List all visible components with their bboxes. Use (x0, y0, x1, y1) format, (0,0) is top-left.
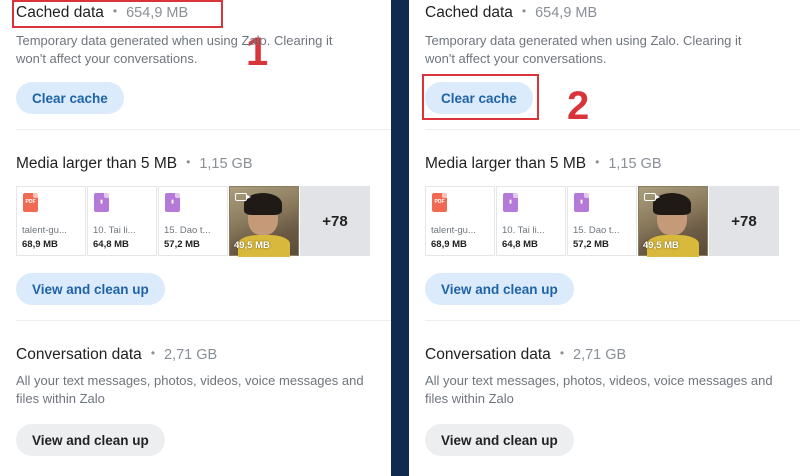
conversation-size: 2,71 GB (573, 347, 627, 363)
file-size: 57,2 MB (573, 239, 609, 250)
media-thumbnails: PDF talent-gu... 68,9 MB ▮ 10. Tai li...… (16, 186, 370, 257)
more-files-tile[interactable]: +78 (300, 186, 370, 256)
conversation-view-and-clean-up-button[interactable]: View and clean up (16, 424, 165, 456)
document-file-icon: ▮ (503, 193, 518, 212)
media-view-and-clean-up-button[interactable]: View and clean up (425, 273, 574, 305)
conversation-title: Conversation data (16, 346, 142, 363)
file-thumbnail[interactable]: PDF talent-gu... 68,9 MB (425, 186, 495, 256)
pdf-file-icon: PDF (432, 193, 447, 212)
conversation-header: Conversation data • 2,71 GB (16, 346, 217, 364)
more-files-tile[interactable]: +78 (709, 186, 779, 256)
file-thumbnail[interactable]: ▮ 15. Dao t... 57,2 MB (158, 186, 228, 256)
video-camera-icon (235, 193, 251, 201)
document-file-icon: ▮ (94, 193, 109, 212)
cached-data-size: 654,9 MB (535, 5, 598, 21)
cached-data-description: Temporary data generated when using Zalo… (16, 33, 333, 66)
video-thumbnail[interactable]: 49,5 MB (229, 186, 299, 257)
step-number-label: 2 (567, 84, 590, 128)
file-name: 15. Dao t... (573, 225, 620, 236)
separator-dot: • (186, 155, 191, 169)
cached-data-description: Temporary data generated when using Zalo… (425, 33, 742, 66)
conversation-title: Conversation data (425, 346, 551, 363)
media-title: Media larger than 5 MB (16, 155, 178, 172)
cached-data-size: 654,9 MB (126, 5, 189, 21)
file-size: 57,2 MB (164, 239, 200, 250)
separator-dot: • (112, 4, 118, 18)
video-size: 49,5 MB (234, 240, 270, 251)
section-divider (425, 129, 800, 130)
conversation-size: 2,71 GB (164, 347, 218, 363)
media-thumbnails: PDF talent-gu... 68,9 MB ▮ 10. Tai li...… (425, 186, 779, 257)
media-view-and-clean-up-button[interactable]: View and clean up (16, 273, 165, 305)
separator-dot: • (521, 4, 527, 18)
media-size: 1,15 GB (199, 156, 253, 172)
video-camera-icon (644, 193, 660, 201)
file-thumbnail[interactable]: ▮ 15. Dao t... 57,2 MB (567, 186, 637, 256)
cached-data-title: Cached data (16, 4, 104, 21)
document-file-icon: ▮ (165, 193, 180, 212)
conversation-description: All your text messages, photos, videos, … (425, 373, 773, 406)
pdf-file-icon: PDF (23, 193, 38, 212)
video-size: 49,5 MB (643, 240, 679, 251)
document-file-icon: ▮ (574, 193, 589, 212)
video-thumbnail[interactable]: 49,5 MB (638, 186, 708, 257)
file-size: 64,8 MB (502, 239, 538, 250)
file-name: talent-gu... (431, 225, 476, 236)
file-name: 10. Tai li... (93, 225, 136, 236)
separator-dot: • (595, 155, 600, 169)
media-header: Media larger than 5 MB • 1,15 GB (16, 155, 253, 173)
separator-dot: • (150, 346, 156, 360)
file-name: 15. Dao t... (164, 225, 211, 236)
media-size: 1,15 GB (608, 156, 662, 172)
conversation-view-and-clean-up-button[interactable]: View and clean up (425, 424, 574, 456)
file-size: 64,8 MB (93, 239, 129, 250)
section-divider (16, 129, 391, 130)
file-name: 10. Tai li... (502, 225, 545, 236)
storage-panel-step-1: Cached data • 654,9 MB 1 Temporary data … (0, 0, 391, 476)
file-thumbnail[interactable]: ▮ 10. Tai li... 64,8 MB (87, 186, 157, 256)
file-size: 68,9 MB (431, 239, 467, 250)
cached-data-title: Cached data (425, 4, 513, 21)
section-divider (425, 320, 800, 321)
clear-cache-button[interactable]: Clear cache (425, 82, 533, 114)
cached-data-header: Cached data • 654,9 MB (16, 4, 188, 22)
section-divider (16, 320, 391, 321)
file-size: 68,9 MB (22, 239, 58, 250)
cached-data-header: Cached data • 654,9 MB (425, 4, 597, 22)
file-thumbnail[interactable]: PDF talent-gu... 68,9 MB (16, 186, 86, 256)
media-title: Media larger than 5 MB (425, 155, 587, 172)
conversation-description: All your text messages, photos, videos, … (16, 373, 364, 406)
clear-cache-button[interactable]: Clear cache (16, 82, 124, 114)
file-name: talent-gu... (22, 225, 67, 236)
conversation-header: Conversation data • 2,71 GB (425, 346, 626, 364)
media-header: Media larger than 5 MB • 1,15 GB (425, 155, 662, 173)
storage-panel-step-2: Cached data • 654,9 MB Temporary data ge… (409, 0, 800, 476)
separator-dot: • (559, 346, 565, 360)
file-thumbnail[interactable]: ▮ 10. Tai li... 64,8 MB (496, 186, 566, 256)
